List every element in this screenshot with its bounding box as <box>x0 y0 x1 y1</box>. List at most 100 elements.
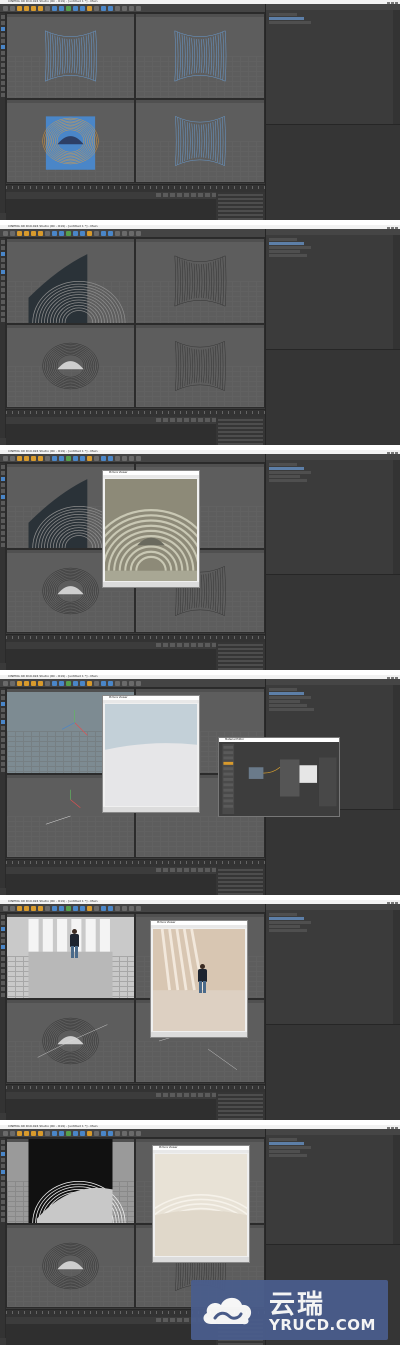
toolbar-tool-icon[interactable] <box>122 681 127 686</box>
palette-tool-icon[interactable] <box>1 87 5 91</box>
palette-tool-icon[interactable] <box>1 300 5 304</box>
palette-tool-icon[interactable] <box>1 306 5 310</box>
palette-tool-icon[interactable] <box>1 915 5 919</box>
palette-tool-icon[interactable] <box>1 45 5 49</box>
palette-tool-icon[interactable] <box>1 981 5 985</box>
toolbar-tool-icon[interactable] <box>115 456 120 461</box>
coordinate-field[interactable] <box>218 431 263 433</box>
palette-tool-icon[interactable] <box>1 537 5 541</box>
palette-tool-icon[interactable] <box>1 282 5 286</box>
toolbar-tool-icon[interactable] <box>66 681 71 686</box>
palette-tool-icon[interactable] <box>1 714 5 718</box>
palette-tool-icon[interactable] <box>1 21 5 25</box>
palette-tool-icon[interactable] <box>1 762 5 766</box>
toolbar-tool-icon[interactable] <box>73 681 78 686</box>
toolbar-tool-icon[interactable] <box>94 6 99 11</box>
toolbar-tool-icon[interactable] <box>3 231 8 236</box>
picture-viewer-window[interactable]: Picture Viewer <box>150 920 248 1038</box>
toolbar-tool-icon[interactable] <box>87 231 92 236</box>
palette-tool-icon[interactable] <box>1 1200 5 1204</box>
object-manager-menu[interactable] <box>266 679 400 685</box>
animation-timeline[interactable] <box>6 634 265 642</box>
playback-button[interactable] <box>205 418 210 422</box>
palette-tool-icon[interactable] <box>1 519 5 523</box>
playback-button[interactable] <box>191 643 196 647</box>
palette-tool-icon[interactable] <box>1 963 5 967</box>
playback-button[interactable] <box>177 868 182 872</box>
toolbar-tool-icon[interactable] <box>87 6 92 11</box>
palette-tool-icon[interactable] <box>1 477 5 481</box>
toolbar-tool-icon[interactable] <box>24 906 29 911</box>
picture-viewer-menu[interactable] <box>153 1150 249 1153</box>
palette-tool-icon[interactable] <box>1 768 5 772</box>
coordinate-field[interactable] <box>218 1102 263 1104</box>
toolbar-tool-icon[interactable] <box>24 456 29 461</box>
object-list-item[interactable] <box>269 688 297 691</box>
toolbar-tool-icon[interactable] <box>38 456 43 461</box>
palette-tool-icon[interactable] <box>1 939 5 943</box>
palette-tool-icon[interactable] <box>1 276 5 280</box>
playback-button[interactable] <box>156 1093 161 1097</box>
palette-tool-icon[interactable] <box>1 63 5 67</box>
animation-timeline[interactable] <box>6 859 265 867</box>
coordinate-field[interactable] <box>218 889 263 891</box>
toolbar-tool-icon[interactable] <box>31 1131 36 1136</box>
toolbar-tool-icon[interactable] <box>73 456 78 461</box>
playback-button[interactable] <box>184 868 189 872</box>
palette-tool-icon[interactable] <box>1 51 5 55</box>
object-list-item[interactable] <box>269 467 304 470</box>
toolbar-tool-icon[interactable] <box>66 906 71 911</box>
toolbar-tool-icon[interactable] <box>80 6 85 11</box>
toolbar-tool-icon[interactable] <box>101 1131 106 1136</box>
toolbar-tool-icon[interactable] <box>3 906 8 911</box>
playback-button[interactable] <box>156 868 161 872</box>
object-list-item[interactable] <box>269 13 297 16</box>
toolbar-tool-icon[interactable] <box>115 6 120 11</box>
toolbar-tool-icon[interactable] <box>122 906 127 911</box>
object-list-item[interactable] <box>269 21 311 24</box>
toolbar-tool-icon[interactable] <box>80 231 85 236</box>
palette-tool-icon[interactable] <box>1 27 5 31</box>
playback-button[interactable] <box>163 1093 168 1097</box>
coordinate-field[interactable] <box>218 194 263 196</box>
palette-tool-icon[interactable] <box>1 738 5 742</box>
palette-tool-icon[interactable] <box>1 708 5 712</box>
toolbar-tool-icon[interactable] <box>73 1131 78 1136</box>
coordinate-field[interactable] <box>218 873 263 875</box>
palette-tool-icon[interactable] <box>1 1206 5 1210</box>
toolbar-tool-icon[interactable] <box>136 456 141 461</box>
palette-tool-icon[interactable] <box>1 744 5 748</box>
palette-tool-icon[interactable] <box>1 471 5 475</box>
toolbar-tool-icon[interactable] <box>115 906 120 911</box>
playback-button[interactable] <box>156 418 161 422</box>
playback-button[interactable] <box>177 643 182 647</box>
palette-tool-icon[interactable] <box>1 927 5 931</box>
toolbar-tool-icon[interactable] <box>108 681 113 686</box>
toolbar-tool-icon[interactable] <box>59 456 64 461</box>
toolbar-tool-icon[interactable] <box>87 906 92 911</box>
material-manager[interactable] <box>6 1324 216 1345</box>
playback-button[interactable] <box>156 1318 161 1322</box>
playback-button[interactable] <box>156 193 161 197</box>
object-manager-menu[interactable] <box>266 4 400 10</box>
palette-tool-icon[interactable] <box>1 465 5 469</box>
viewport-right[interactable] <box>6 99 135 183</box>
toolbar-tool-icon[interactable] <box>66 6 71 11</box>
toolbar-tool-icon[interactable] <box>73 6 78 11</box>
object-list-item[interactable] <box>269 913 297 916</box>
toolbar-tool-icon[interactable] <box>94 456 99 461</box>
toolbar-tool-icon[interactable] <box>122 231 127 236</box>
playback-button[interactable] <box>205 643 210 647</box>
coordinate-field[interactable] <box>218 206 263 208</box>
toolbar-tool-icon[interactable] <box>108 231 113 236</box>
toolbar-tool-icon[interactable] <box>115 1131 120 1136</box>
palette-tool-icon[interactable] <box>1 489 5 493</box>
toolbar-tool-icon[interactable] <box>10 231 15 236</box>
toolbar-tool-icon[interactable] <box>101 6 106 11</box>
playback-button[interactable] <box>170 868 175 872</box>
object-list-item[interactable] <box>269 704 307 707</box>
coordinate-field[interactable] <box>218 652 263 654</box>
animation-timeline[interactable] <box>6 1084 265 1092</box>
coordinate-field[interactable] <box>218 1114 263 1116</box>
coordinate-field[interactable] <box>218 423 263 425</box>
